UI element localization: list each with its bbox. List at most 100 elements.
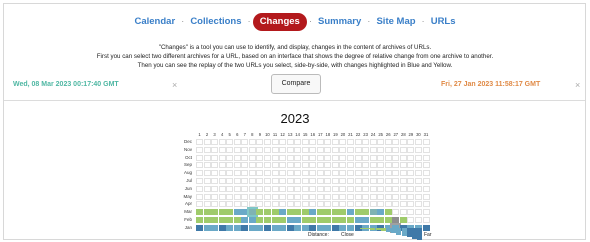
calendar-cell[interactable] [294,224,302,231]
calendar-cell[interactable] [256,209,264,216]
calendar-cell[interactable] [233,217,241,223]
calendar-cell[interactable] [377,217,385,223]
calendar-cell [256,185,264,192]
calendar-cell[interactable] [347,217,354,223]
calendar-cell[interactable] [226,209,234,216]
calendar-cell [286,178,294,184]
calendar-cell[interactable] [286,217,294,223]
calendar-cell[interactable] [233,224,241,231]
calendar-cell [407,146,415,153]
calendar-cell[interactable] [309,217,317,223]
calendar-cell[interactable] [301,217,309,223]
calendar-cell[interactable] [248,209,256,216]
calendar-cell[interactable] [248,224,256,231]
calendar-cell[interactable] [316,209,324,216]
calendar-cell[interactable] [271,209,279,216]
calendar-cell[interactable] [309,209,317,216]
calendar-cell[interactable] [347,209,354,216]
calendar-cell[interactable] [316,224,324,231]
calendar-cell[interactable] [203,209,211,216]
calendar-cell [309,193,317,200]
calendar-cell[interactable] [301,209,309,216]
calendar-cell[interactable] [248,217,256,223]
calendar-cell[interactable] [331,224,339,231]
nav-urls[interactable]: URLs [427,13,460,31]
calendar-cell[interactable] [226,217,234,223]
calendar-cell[interactable] [331,209,339,216]
calendar-cell[interactable] [324,224,332,231]
calendar-cell[interactable] [256,217,264,223]
nav-summary[interactable]: Summary [314,13,365,31]
calendar-cell[interactable] [347,224,354,231]
calendar-cell [211,139,219,145]
calendar-cell[interactable] [399,217,407,223]
calendar-cell[interactable] [218,224,226,231]
calendar-cell[interactable] [263,217,271,223]
calendar-cell[interactable] [324,209,332,216]
calendar-cell[interactable] [331,217,339,223]
calendar-cell[interactable] [369,217,377,223]
calendar-cell [256,201,264,208]
calendar-cell[interactable] [324,217,332,223]
calendar-cell[interactable] [286,209,294,216]
calendar-cell [377,139,385,145]
calendar-cell [422,162,430,169]
calendar-cell[interactable] [226,224,234,231]
calendar-cell [377,146,385,153]
nav-collections[interactable]: Collections [186,13,245,31]
calendar-cell[interactable] [309,224,317,231]
calendar-cell[interactable] [211,217,219,223]
calendar-cell [347,162,354,169]
calendar-cell [233,162,241,169]
calendar-cell[interactable] [203,224,211,231]
calendar-cell[interactable] [256,224,264,231]
calendar-cell[interactable] [279,224,287,231]
clear-left-icon[interactable]: × [172,80,177,90]
calendar-cell[interactable] [354,217,362,223]
calendar-cell[interactable] [339,224,347,231]
calendar-cell[interactable] [384,217,392,223]
calendar-cell[interactable] [203,217,211,223]
calendar-cell[interactable] [279,209,287,216]
calendar-cell[interactable] [241,217,249,223]
calendar-cell[interactable] [362,217,370,223]
calendar-cell[interactable] [422,224,430,231]
calendar-cell[interactable] [294,217,302,223]
calendar-cell[interactable] [279,217,287,223]
calendar-cell[interactable] [218,217,226,223]
calendar-cell[interactable] [196,217,203,223]
calendar-cell[interactable] [233,209,241,216]
calendar-cell[interactable] [354,209,362,216]
calendar-cell[interactable] [211,209,219,216]
calendar-cell[interactable] [241,224,249,231]
calendar-cell[interactable] [241,209,249,216]
calendar-cell[interactable] [218,209,226,216]
calendar-cell[interactable] [263,224,271,231]
calendar-cell[interactable] [294,209,302,216]
calendar-cell [241,185,249,192]
calendar-cell[interactable] [362,209,370,216]
calendar-cell[interactable] [339,209,347,216]
compare-button[interactable]: Compare [271,74,321,94]
calendar-cell[interactable] [271,224,279,231]
clear-right-icon[interactable]: × [575,80,580,90]
calendar-cell[interactable] [369,209,377,216]
calendar-cell[interactable] [211,224,219,231]
calendar-cell [294,154,302,161]
calendar-cell[interactable] [384,209,392,216]
calendar-cell[interactable] [377,209,385,216]
calendar-cell[interactable] [196,209,203,216]
calendar-cell [301,201,309,208]
calendar-cell [271,170,279,177]
calendar-cell[interactable] [286,224,294,231]
calendar-cell[interactable] [339,217,347,223]
calendar-cell[interactable] [301,224,309,231]
calendar-cell[interactable] [316,217,324,223]
nav-site-map[interactable]: Site Map [372,13,419,31]
calendar-cell[interactable] [196,224,203,231]
calendar-cell[interactable] [271,217,279,223]
calendar-cell[interactable] [263,209,271,216]
nav-calendar[interactable]: Calendar [130,13,179,31]
calendar-cell[interactable] [392,217,400,223]
nav-changes[interactable]: Changes [252,13,307,31]
